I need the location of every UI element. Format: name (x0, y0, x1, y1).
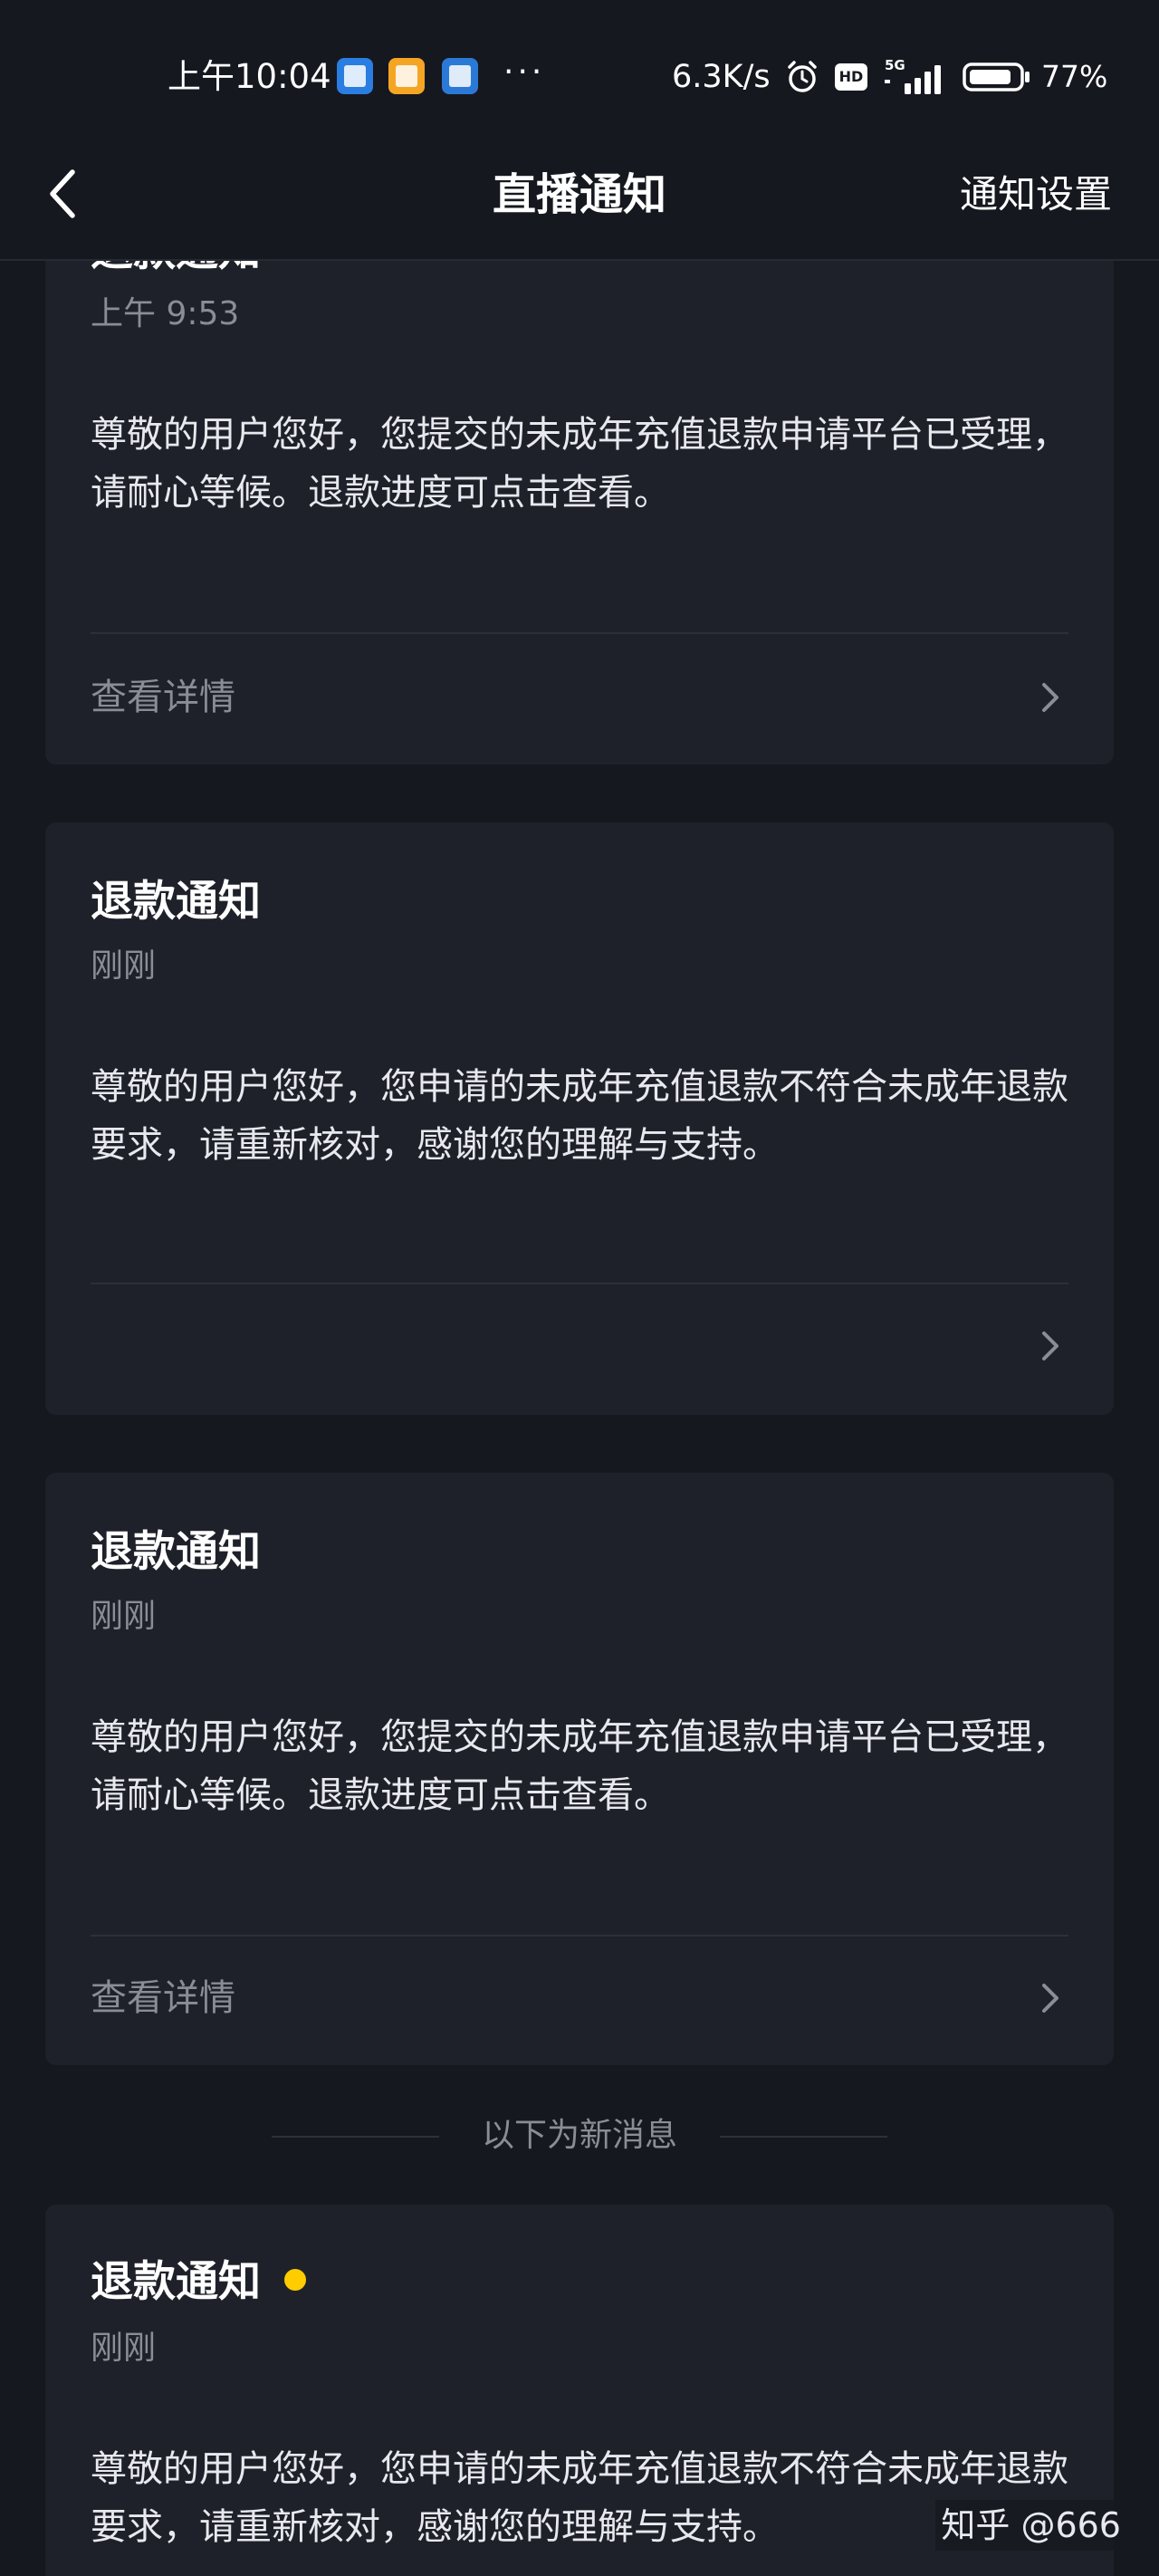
card-footer-row[interactable] (91, 1310, 1068, 1382)
card-body: 尊敬的用户您好，您申请的未成年充值退款不符合未成年退款要求，请重新核对，感谢您的… (91, 2448, 1068, 2548)
battery-percent: 77% (1041, 59, 1108, 94)
notification-card[interactable]: 退款通知 刚刚 尊敬的用户您好，您申请的未成年充值退款不符合未成年退款要求，请重… (45, 822, 1114, 1415)
view-details-row[interactable]: 查看详情 (91, 1962, 1068, 2034)
card-divider (91, 632, 1068, 634)
separator-line-right (720, 2136, 887, 2138)
card-body: 尊敬的用户您好，您提交的未成年充值退款申请平台已受理，请耐心等候。退款进度可点击… (91, 414, 1068, 514)
unread-dot (284, 2268, 306, 2291)
card-body: 尊敬的用户您好，您申请的未成年充值退款不符合未成年退款要求，请重新核对，感谢您的… (91, 1066, 1068, 1166)
alarm-icon (788, 61, 817, 92)
notification-card[interactable]: 退款通知 刚刚 尊敬的用户您好，您提交的未成年充值退款申请平台已受理，请耐心等候… (45, 1473, 1114, 2065)
separator-label: 以下为新消息 (481, 2117, 677, 2154)
nav-bar: 直播通知 通知设置 (0, 145, 1159, 261)
new-messages-separator: 以下为新消息 (0, 2110, 1159, 2161)
card-time: 刚刚 (91, 2330, 157, 2367)
card-time: 上午 9:53 (91, 295, 240, 332)
card-title: 退款通知 (91, 877, 261, 927)
app-notification-icon (388, 58, 425, 94)
card-title: 退款通知 (91, 2257, 261, 2307)
card-time: 刚刚 (91, 947, 157, 985)
watermark: 知乎 @666 (935, 2500, 1126, 2551)
card-divider (91, 1935, 1068, 1937)
more-notifications-icon: ··· (503, 53, 546, 91)
status-time: 上午10:04 (168, 57, 331, 96)
network-type-label: 5G (885, 57, 905, 73)
card-title: 退款通知 (91, 1527, 261, 1577)
chevron-right-icon (1042, 1331, 1058, 1360)
battery-icon (963, 62, 1030, 91)
status-bar: 上午10:04 ··· 6.3K/s HD 5G 77% (0, 0, 1159, 145)
app-notification-icon (442, 58, 478, 94)
notification-card[interactable]: 退款通知 上午 9:53 尊敬的用户您好，您提交的未成年充值退款申请平台已受理，… (45, 181, 1114, 764)
card-divider (91, 1283, 1068, 1284)
app-notification-icon (337, 58, 373, 94)
card-title-row: 退款通知 (91, 2254, 306, 2312)
card-body: 尊敬的用户您好，您提交的未成年充值退款申请平台已受理，请耐心等候。退款进度可点击… (91, 1716, 1068, 1816)
chevron-right-icon (1042, 1984, 1058, 2013)
network-speed: 6.3K/s (672, 59, 771, 95)
notification-list: 退款通知 上午 9:53 尊敬的用户您好，您提交的未成年充值退款申请平台已受理，… (0, 0, 1159, 2576)
view-details-row[interactable]: 查看详情 (91, 661, 1068, 734)
hd-voice-icon: HD (835, 63, 867, 91)
view-details-link[interactable]: 查看详情 (91, 670, 235, 725)
chevron-right-icon (1042, 683, 1058, 712)
signal-5g-icon: 5G (885, 57, 941, 94)
notification-settings-button[interactable]: 通知设置 (960, 167, 1112, 223)
card-time: 刚刚 (91, 1598, 157, 1635)
view-details-link[interactable]: 查看详情 (91, 1971, 235, 2025)
